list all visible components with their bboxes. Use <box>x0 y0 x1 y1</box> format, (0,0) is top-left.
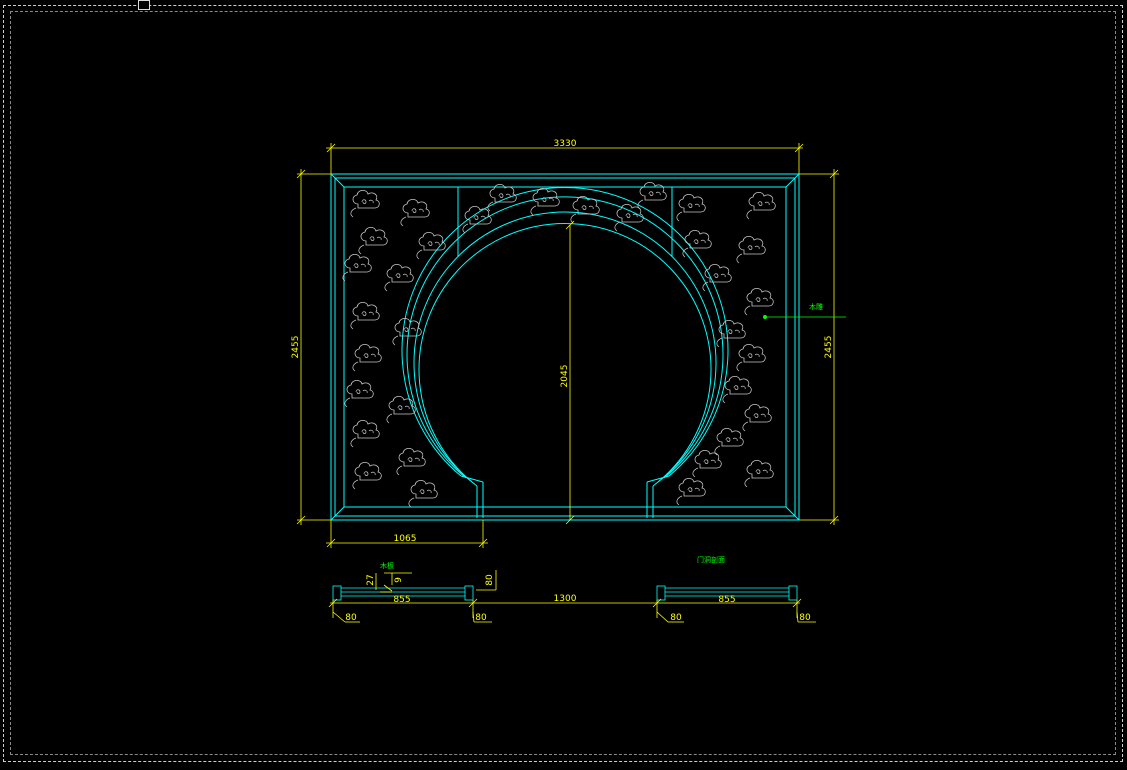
leader-arrow-icon <box>763 315 767 319</box>
auspicious-cloud-carving-icon <box>416 231 446 260</box>
auspicious-cloud-carving-icon <box>350 419 380 448</box>
auspicious-cloud-carving-icon <box>350 301 380 330</box>
dim-height-left: 2455 <box>291 336 301 359</box>
auspicious-cloud-carving-icon <box>358 226 388 255</box>
auspicious-cloud-carving-icon <box>396 447 426 476</box>
auspicious-cloud-carving-icon <box>742 403 772 432</box>
dim-detail-b: 9 <box>394 577 404 583</box>
auspicious-cloud-carving-icon <box>736 343 766 372</box>
dim-base-left: 1065 <box>394 534 417 544</box>
dim-section-left-b: 80 <box>475 613 487 623</box>
cloud-carving-left <box>342 189 446 508</box>
dim-section-right-inner: 855 <box>718 595 735 605</box>
auspicious-cloud-carving-icon <box>676 477 706 506</box>
auspicious-cloud-carving-icon <box>716 319 746 348</box>
auspicious-cloud-carving-icon <box>400 198 430 227</box>
cloud-carving-top <box>462 181 667 234</box>
auspicious-cloud-carving-icon <box>342 253 372 282</box>
auspicious-cloud-carving-icon <box>746 191 776 220</box>
cad-drawing-canvas[interactable]: 3330 2455 2455 2045 1065 1300 855 855 80… <box>0 0 1127 766</box>
dim-section-height: 80 <box>485 574 495 586</box>
auspicious-cloud-carving-icon <box>637 181 667 210</box>
auspicious-cloud-carving-icon <box>736 235 766 264</box>
auspicious-cloud-carving-icon <box>384 263 414 292</box>
auspicious-cloud-carving-icon <box>530 187 560 216</box>
auspicious-cloud-carving-icon <box>352 461 382 490</box>
auspicious-cloud-carving-icon <box>344 379 374 408</box>
section-title: 门洞剖面 <box>697 555 725 564</box>
dim-section-right-b: 80 <box>799 613 811 623</box>
auspicious-cloud-carving-icon <box>386 395 416 424</box>
auspicious-cloud-carving-icon <box>702 263 732 292</box>
dim-section-right-a: 80 <box>670 613 682 623</box>
dim-detail-a: 27 <box>366 574 376 585</box>
section-note: 木板 <box>380 561 394 570</box>
gate-frame <box>330 173 800 521</box>
dim-section-left-a: 80 <box>345 613 357 623</box>
auspicious-cloud-carving-icon <box>744 287 774 316</box>
auspicious-cloud-carving-icon <box>352 343 382 372</box>
moon-arch <box>344 186 786 518</box>
dim-total-width: 3330 <box>554 139 577 149</box>
dim-arch-height: 2045 <box>560 365 570 388</box>
auspicious-cloud-carving-icon <box>682 229 712 258</box>
auspicious-cloud-carving-icon <box>462 205 492 234</box>
auspicious-cloud-carving-icon <box>676 193 706 222</box>
material-note: 木雕 <box>809 302 823 311</box>
annotation-texts: 木雕 门洞剖面 木板 <box>380 302 823 570</box>
auspicious-cloud-carving-icon <box>408 479 438 508</box>
auspicious-cloud-carving-icon <box>692 449 722 478</box>
dim-height-right: 2455 <box>824 336 834 359</box>
dim-section-left-inner: 855 <box>393 595 410 605</box>
auspicious-cloud-carving-icon <box>722 375 752 404</box>
material-leader <box>763 315 846 319</box>
dim-section-span: 1300 <box>554 594 577 604</box>
auspicious-cloud-carving-icon <box>570 195 600 224</box>
auspicious-cloud-carving-icon <box>714 427 744 456</box>
auspicious-cloud-carving-icon <box>744 459 774 488</box>
moon-gate-drawing: 3330 2455 2455 2045 1065 1300 855 855 80… <box>291 139 846 623</box>
auspicious-cloud-carving-icon <box>350 189 380 218</box>
cloud-carving-right <box>676 191 776 506</box>
auspicious-cloud-carving-icon <box>487 183 517 212</box>
grip-handle[interactable] <box>138 0 150 10</box>
